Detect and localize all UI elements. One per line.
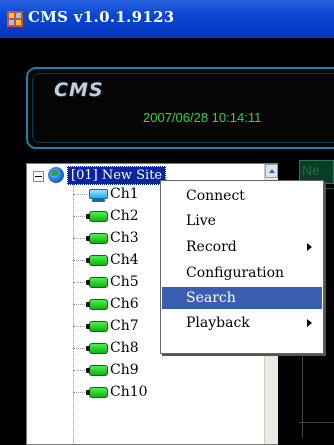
camera-icon xyxy=(86,255,108,266)
menu-item-connect[interactable]: Connect xyxy=(162,185,322,207)
tree-branch-line xyxy=(73,370,87,371)
menu-item-playback[interactable]: Playback xyxy=(162,312,322,334)
camera-icon xyxy=(86,299,108,310)
title-bar[interactable]: CMS v1.0.1.9123 xyxy=(0,0,334,38)
submenu-arrow-icon xyxy=(307,243,312,251)
channel-label: Ch9 xyxy=(110,362,139,378)
context-menu: Connect Live Record Configuration Search… xyxy=(160,180,324,354)
scroll-up-icon[interactable] xyxy=(265,164,278,178)
menu-item-label: Search xyxy=(186,290,236,306)
channel-label: Ch5 xyxy=(110,274,139,290)
tree-branch-line xyxy=(73,194,87,195)
camera-icon xyxy=(86,277,108,288)
channel-label: Ch2 xyxy=(110,208,139,224)
camera-icon xyxy=(86,233,108,244)
menu-item-label: Playback xyxy=(186,315,250,331)
header-panel: CMS 2007/06/28 10:14:11 xyxy=(26,67,334,149)
submenu-arrow-icon xyxy=(307,319,312,327)
header-area: CMS 2007/06/28 10:14:11 xyxy=(0,38,334,153)
menu-item-live[interactable]: Live xyxy=(162,210,322,232)
tree-branch-line xyxy=(73,348,87,349)
datetime-display: 2007/06/28 10:14:11 xyxy=(143,110,262,125)
channel-label: Ch6 xyxy=(110,296,139,312)
menu-item-label: Live xyxy=(186,213,216,229)
tree-branch-line xyxy=(73,238,87,239)
window-title: CMS v1.0.1.9123 xyxy=(28,8,175,26)
channel-label: Ch3 xyxy=(110,230,139,246)
tree-branch-line xyxy=(73,304,87,305)
menu-item-label: Connect xyxy=(186,188,245,204)
menu-item-label: Configuration xyxy=(186,265,285,281)
tree-connector-line xyxy=(73,184,74,444)
app-icon xyxy=(7,11,23,27)
menu-item-label: Record xyxy=(186,239,237,255)
channel-label: Ch4 xyxy=(110,252,139,268)
globe-icon xyxy=(48,167,64,183)
channel-label: Ch8 xyxy=(110,340,139,356)
collapse-icon[interactable] xyxy=(33,171,44,182)
channel-label: Ch10 xyxy=(110,384,148,400)
channel-label: Ch7 xyxy=(110,318,139,334)
video-panel-divider xyxy=(299,422,334,423)
tree-branch-line xyxy=(73,282,87,283)
camera-icon xyxy=(86,343,108,354)
cms-logo: CMS xyxy=(54,79,104,101)
camera-icon xyxy=(86,365,108,376)
camera-icon xyxy=(86,387,108,398)
camera-icon xyxy=(86,321,108,332)
video-panel-title: Ne xyxy=(302,162,320,178)
menu-item-configuration[interactable]: Configuration xyxy=(162,262,322,284)
tree-branch-line xyxy=(73,260,87,261)
tree-root-label[interactable]: [01] New Site xyxy=(67,166,167,185)
camera-icon xyxy=(86,211,108,222)
channel-label: Ch1 xyxy=(110,186,139,202)
tree-branch-line xyxy=(73,216,87,217)
tree-branch-line xyxy=(73,326,87,327)
camera-live-icon xyxy=(89,189,108,202)
tree-branch-line xyxy=(73,392,87,393)
menu-item-record[interactable]: Record xyxy=(162,236,322,258)
menu-item-search[interactable]: Search xyxy=(162,287,322,309)
